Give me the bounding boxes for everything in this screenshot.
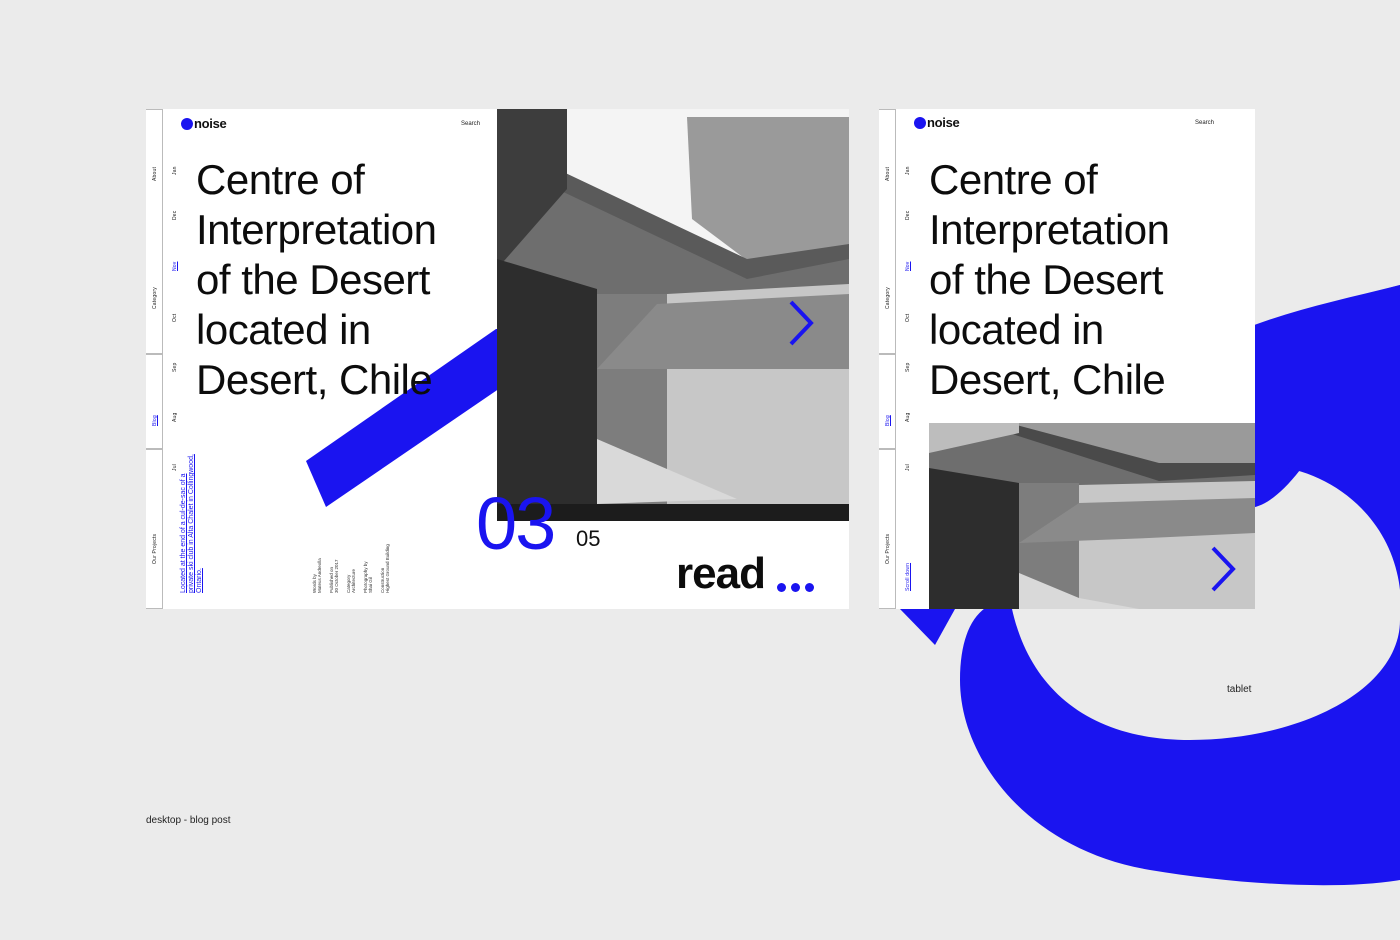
- logo-text: noise: [194, 116, 227, 131]
- headline-line: Interpretation: [929, 206, 1170, 253]
- nav-about-link[interactable]: About: [152, 167, 158, 181]
- meta-value: Mateus Andreolla: [317, 558, 322, 593]
- logo-text: noise: [927, 115, 960, 130]
- month-oct[interactable]: Oct: [172, 314, 178, 322]
- nav-category-link[interactable]: Category: [152, 287, 158, 309]
- logo-dot-icon: [181, 117, 193, 130]
- nav-blog-link[interactable]: Blog: [885, 415, 891, 426]
- side-tab-about-category: [879, 109, 896, 354]
- meta-words-by: Words by Mateus Andreolla: [312, 558, 322, 593]
- noise-logo[interactable]: noise: [914, 115, 960, 130]
- slide-total-number: 05: [576, 526, 601, 551]
- month-dec[interactable]: Dec: [172, 211, 178, 221]
- nav-about-link[interactable]: About: [885, 167, 891, 181]
- article-photo: [929, 423, 1255, 609]
- search-link[interactable]: Search: [461, 121, 480, 127]
- side-tab-about-category: [146, 109, 163, 354]
- desktop-blog-post-frame: About Category Blog Our Projects Jan Dec…: [146, 109, 849, 609]
- side-tab-blog: [146, 354, 163, 449]
- headline-line: Centre of: [929, 156, 1098, 203]
- search-link[interactable]: Search: [1195, 120, 1214, 126]
- month-nov-active[interactable]: Nov: [172, 262, 178, 272]
- nav-blog-link[interactable]: Blog: [152, 415, 158, 426]
- month-jul[interactable]: Jul: [905, 464, 911, 471]
- headline-line: Interpretation: [196, 206, 437, 253]
- meta-published-on: Published on 30 October 2017: [329, 559, 339, 593]
- meta-category: Category Architecture: [346, 569, 356, 593]
- meta-photography-by: Photography by Shai Gil: [363, 561, 373, 593]
- article-headline: Centre of Interpretation of the Desert l…: [196, 155, 437, 405]
- noise-logo[interactable]: noise: [181, 116, 227, 131]
- article-headline: Centre of Interpretation of the Desert l…: [929, 155, 1170, 405]
- headline-line: of the Desert: [196, 256, 430, 303]
- month-sep[interactable]: Sep: [905, 363, 911, 373]
- month-aug[interactable]: Aug: [905, 413, 911, 423]
- headline-line: located in: [929, 306, 1104, 353]
- nav-our-projects-link[interactable]: Our Projects: [152, 534, 158, 564]
- blue-wedge-shape: [900, 609, 955, 645]
- tablet-caption: tablet: [1227, 684, 1252, 695]
- desktop-caption: desktop - blog post: [146, 815, 231, 826]
- side-tab-our-projects: [879, 449, 896, 609]
- next-slide-chevron-right-icon[interactable]: [787, 299, 817, 347]
- headline-line: Centre of: [196, 156, 365, 203]
- month-jul[interactable]: Jul: [172, 464, 178, 471]
- read-more-link[interactable]: read: [676, 549, 766, 599]
- month-dec[interactable]: Dec: [905, 211, 911, 221]
- month-nov-active[interactable]: Nov: [905, 262, 911, 272]
- meta-value: Highest Ground Building: [385, 544, 390, 593]
- nav-our-projects-link[interactable]: Our Projects: [885, 534, 891, 564]
- meta-value: Architecture: [351, 568, 356, 593]
- month-aug[interactable]: Aug: [172, 413, 178, 423]
- side-tab-our-projects: [146, 449, 163, 609]
- read-more-dots-icon[interactable]: [777, 583, 814, 592]
- month-jan[interactable]: Jan: [905, 166, 911, 175]
- next-slide-chevron-right-icon[interactable]: [1209, 545, 1239, 593]
- meta-construction: Construction Highest Ground Building: [380, 544, 390, 593]
- meta-value: Shai Gil: [368, 577, 373, 593]
- month-jan[interactable]: Jan: [172, 166, 178, 175]
- side-tab-blog: [879, 354, 896, 449]
- headline-line: Desert, Chile: [196, 356, 433, 403]
- headline-line: of the Desert: [929, 256, 1163, 303]
- article-photo: [497, 109, 849, 521]
- article-excerpt-link[interactable]: Located at the end of a cul-de-sac of a …: [180, 453, 204, 593]
- tablet-blog-post-frame: About Category Blog Our Projects Jan Dec…: [879, 109, 1255, 609]
- scroll-down-link[interactable]: Scroll down: [905, 563, 911, 591]
- logo-dot-icon: [914, 116, 926, 129]
- headline-line: Desert, Chile: [929, 356, 1166, 403]
- meta-value: 30 October 2017: [334, 559, 339, 593]
- month-oct[interactable]: Oct: [905, 314, 911, 322]
- headline-line: located in: [196, 306, 371, 353]
- nav-category-link[interactable]: Category: [885, 287, 891, 309]
- slide-current-number: 03: [476, 482, 556, 565]
- month-sep[interactable]: Sep: [172, 363, 178, 373]
